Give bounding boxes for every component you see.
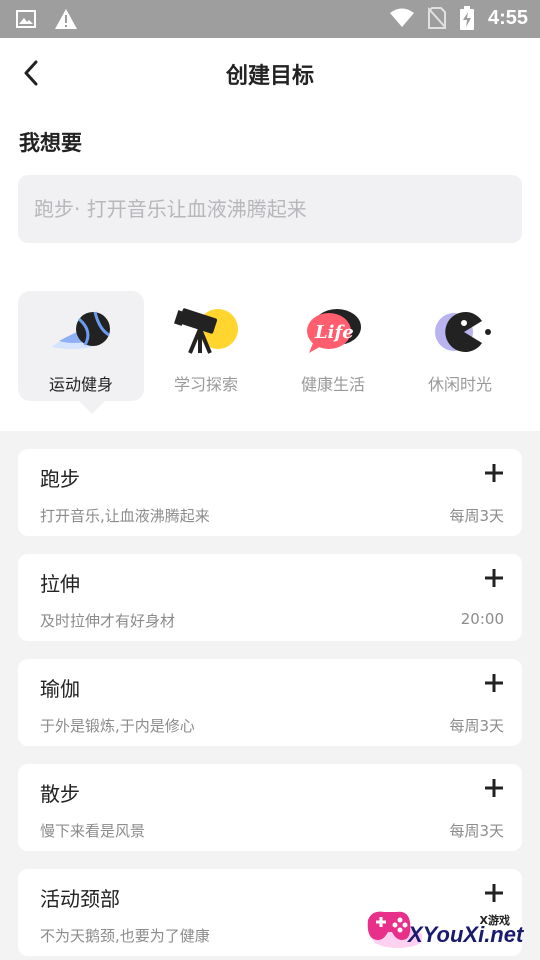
status-bar: 4:55 xyxy=(0,0,540,38)
telescope-icon xyxy=(174,308,238,354)
category-label: 健康生活 xyxy=(300,375,365,394)
category-tab-health[interactable]: Life 健康生活 xyxy=(270,291,396,401)
plus-icon[interactable] xyxy=(482,776,506,800)
category-label: 休闲时光 xyxy=(427,375,492,394)
watermark: X游戏 XYouXi.net xyxy=(362,898,532,956)
goal-desc: 不为天鹅颈,也要为了健康 xyxy=(40,927,210,945)
category-tab-study[interactable]: 学习探索 xyxy=(143,291,269,401)
goal-label: 我想要 xyxy=(19,131,82,155)
no-sim-icon xyxy=(427,7,446,29)
goal-title: 散步 xyxy=(40,782,80,806)
category-tab-sports[interactable]: 运动健身 xyxy=(18,291,144,401)
goal-card[interactable]: 拉伸 及时拉伸才有好身材 20:00 xyxy=(18,554,522,641)
category-label: 学习探索 xyxy=(173,375,238,394)
goal-frequency: 20:00 xyxy=(460,610,504,628)
goal-title: 活动颈部 xyxy=(40,887,120,911)
goal-card[interactable]: 瑜伽 于外是锻炼,于内是修心 每周3天 xyxy=(18,659,522,746)
category-tab-leisure[interactable]: 休闲时光 xyxy=(397,291,523,401)
goal-title: 拉伸 xyxy=(40,572,80,596)
goal-desc: 慢下来看是风景 xyxy=(40,822,146,840)
status-time: 4:55 xyxy=(487,6,528,29)
battery-charging-icon xyxy=(459,6,474,30)
pacman-icon xyxy=(435,312,491,352)
goal-desc: 于外是锻炼,于内是修心 xyxy=(40,717,195,735)
plus-icon[interactable] xyxy=(482,461,506,485)
category-label: 运动健身 xyxy=(48,375,113,394)
warning-icon xyxy=(55,9,77,29)
plus-icon[interactable] xyxy=(482,671,506,695)
goal-frequency: 每周3天 xyxy=(449,507,504,525)
goal-input[interactable] xyxy=(18,175,522,243)
page-title: 创建目标 xyxy=(225,64,314,89)
goal-title: 跑步 xyxy=(40,467,80,491)
image-icon xyxy=(16,10,36,28)
goal-card[interactable]: 跑步 打开音乐,让血液沸腾起来 每周3天 xyxy=(18,449,522,536)
sports-ball-icon xyxy=(51,311,110,349)
plus-icon[interactable] xyxy=(482,566,506,590)
goal-frequency: 每周3天 xyxy=(449,822,504,840)
goal-card[interactable]: 散步 慢下来看是风景 每周3天 xyxy=(18,764,522,851)
goal-title: 瑜伽 xyxy=(40,677,80,701)
svg-text:Life: Life xyxy=(314,322,354,343)
watermark-main-text: XYouXi.net xyxy=(408,922,524,947)
goal-desc: 及时拉伸才有好身材 xyxy=(40,612,176,630)
header: 创建目标 xyxy=(0,38,540,108)
goal-desc: 打开音乐,让血液沸腾起来 xyxy=(40,507,210,525)
active-tab-pointer xyxy=(78,400,106,414)
goal-frequency: 每周3天 xyxy=(449,717,504,735)
wifi-icon xyxy=(389,8,414,27)
life-bubble-icon: Life xyxy=(307,309,361,353)
